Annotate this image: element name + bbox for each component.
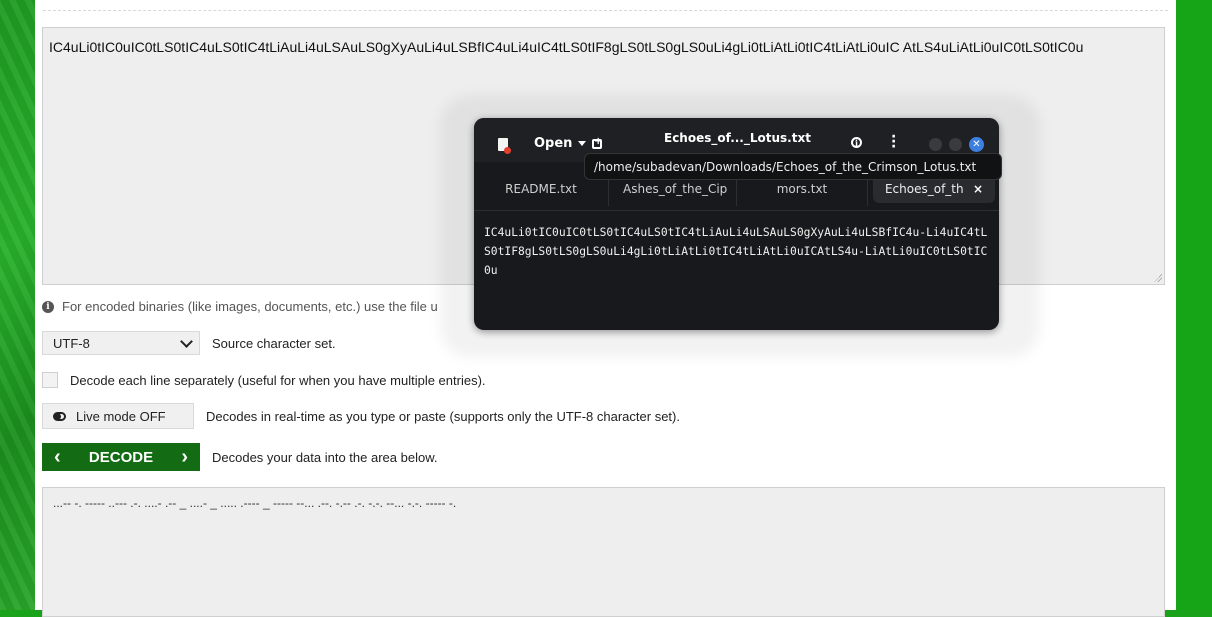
- close-tab-icon[interactable]: ×: [973, 182, 983, 196]
- decoded-output-text: ...-- -. ----- ..--- .-. ....- .-- _ ...…: [53, 496, 457, 510]
- chevron-right-icon: ›: [181, 445, 188, 468]
- file-path-tooltip-text: /home/subadevan/Downloads/Echoes_of_the_…: [594, 159, 977, 174]
- document-icon: [498, 138, 511, 154]
- minimize-icon[interactable]: [929, 138, 942, 151]
- editor-text-area[interactable]: IC4uLi0tIC0uIC0tLS0tIC4uLS0tIC4tLiAuLi4u…: [474, 210, 999, 330]
- left-green-border: [0, 0, 35, 610]
- decode-button[interactable]: ‹ DECODE ›: [42, 443, 200, 471]
- menu-icon[interactable]: · · ·: [891, 130, 896, 154]
- decode-lines-row: Decode each line separately (useful for …: [42, 372, 486, 388]
- toggle-icon: [53, 411, 66, 421]
- window-title: Echoes_of..._Lotus.txt: [664, 131, 811, 145]
- tab-label: README.txt: [505, 182, 577, 196]
- info-icon: i: [42, 300, 54, 313]
- right-green-border: [1176, 0, 1212, 610]
- decode-row: ‹ DECODE › Decodes your data into the ar…: [42, 443, 437, 471]
- live-mode-button[interactable]: Live mode OFF: [42, 403, 194, 429]
- resize-handle[interactable]: [1154, 274, 1162, 282]
- divider: [43, 10, 1168, 11]
- decoded-output-textarea[interactable]: ...-- -. ----- ..--- .-. ....- .-- _ ...…: [42, 487, 1165, 617]
- tab-label: mors.txt: [776, 182, 828, 196]
- decode-button-label: DECODE: [88, 448, 154, 466]
- charset-label: Source character set.: [212, 335, 336, 351]
- charset-select[interactable]: UTF-8: [42, 331, 200, 355]
- info-icon[interactable]: i: [851, 137, 862, 148]
- text-editor-window[interactable]: Open Echoes_of..._Lotus.txt i ··· ✕ READ…: [474, 118, 999, 330]
- file-path-tooltip: /home/subadevan/Downloads/Echoes_of_the_…: [584, 153, 1002, 180]
- live-mode-button-label: Live mode OFF: [76, 408, 166, 424]
- caret-down-icon: [578, 141, 587, 146]
- open-button-label: Open: [534, 136, 573, 151]
- maximize-icon[interactable]: [949, 138, 962, 151]
- encoded-input-text: IC4uLi0tIC0uIC0tLS0tIC4uLS0tIC4tLiAuLi4u…: [49, 39, 1084, 55]
- editor-text: IC4uLi0tIC0uIC0tLS0tIC4uLS0tIC4tLiAuLi4u…: [484, 226, 988, 277]
- new-tab-icon[interactable]: [592, 136, 602, 149]
- tab-label: Ashes_of_the_Cip: [623, 182, 728, 196]
- close-icon[interactable]: ✕: [969, 137, 984, 152]
- decode-lines-label: Decode each line separately (useful for …: [70, 372, 486, 388]
- open-button[interactable]: Open: [534, 136, 587, 151]
- tab-label: Echoes_of_the: [884, 182, 963, 196]
- decode-label: Decodes your data into the area below.: [212, 449, 438, 465]
- charset-row: UTF-8 Source character set.: [42, 331, 336, 355]
- decode-lines-checkbox[interactable]: [42, 372, 58, 388]
- live-mode-row: Live mode OFF Decodes in real-time as yo…: [42, 403, 680, 429]
- file-upload-hint-text: For encoded binaries (like images, docum…: [62, 299, 438, 314]
- charset-selected-value: UTF-8: [53, 335, 90, 351]
- file-upload-hint: i For encoded binaries (like images, doc…: [42, 299, 438, 314]
- chevron-left-icon: ‹: [54, 445, 61, 468]
- chevron-down-icon: [180, 334, 193, 348]
- live-mode-label: Decodes in real-time as you type or past…: [206, 408, 680, 424]
